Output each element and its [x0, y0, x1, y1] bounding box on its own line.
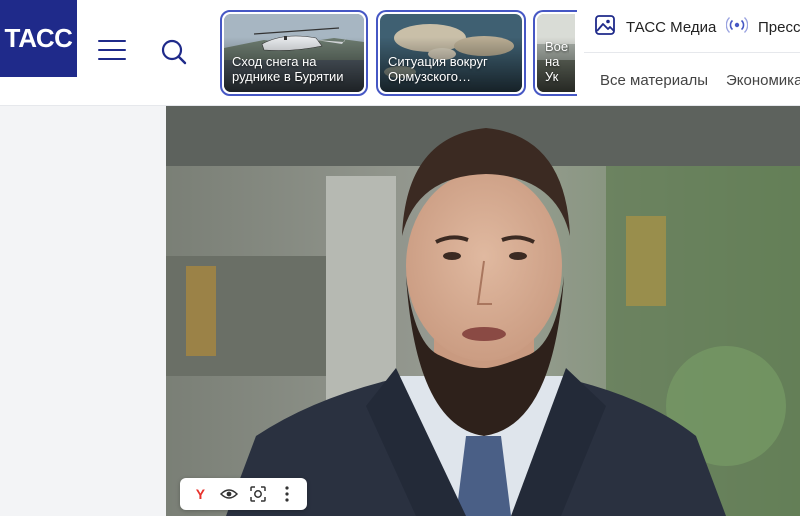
- broadcast-icon: [725, 14, 749, 40]
- photo-toolbar: Y: [180, 478, 307, 510]
- press-label: Пресс: [758, 18, 800, 36]
- story-title: Воен на Ук: [545, 39, 569, 84]
- tass-media-label: ТАСС Медиа: [626, 18, 717, 36]
- story-title: Ситуация вокруг Ормузского…: [388, 54, 488, 84]
- hamburger-icon[interactable]: [98, 40, 126, 62]
- tass-media-link[interactable]: ТАСС Медиа: [594, 14, 716, 40]
- nav-divider: [584, 52, 800, 53]
- lens-icon[interactable]: [245, 481, 271, 507]
- tass-logo[interactable]: ТАСС: [0, 0, 77, 77]
- yandex-icon[interactable]: Y: [187, 481, 213, 507]
- story-image: Ситуация вокруг Ормузского…: [380, 14, 522, 92]
- story-card[interactable]: Воен на Ук: [533, 10, 577, 96]
- nav-item-all[interactable]: Все материалы: [600, 72, 708, 89]
- press-link[interactable]: Пресс: [725, 14, 800, 40]
- search-icon[interactable]: [160, 38, 188, 66]
- nav-item-economy[interactable]: Экономика: [726, 72, 800, 89]
- story-image: Воен на Ук: [537, 14, 575, 92]
- eye-icon[interactable]: [216, 481, 242, 507]
- image-icon: [594, 14, 616, 40]
- more-icon[interactable]: [274, 481, 300, 507]
- story-title: Сход снега на руднике в Бурятии: [232, 54, 344, 84]
- story-image: Сход снега на руднике в Бурятии: [224, 14, 364, 92]
- story-card[interactable]: Ситуация вокруг Ормузского…: [376, 10, 526, 96]
- site-header: ТАСС Сход снега на руднике в Бурятии Сит…: [0, 0, 800, 106]
- story-card[interactable]: Сход снега на руднике в Бурятии: [220, 10, 368, 96]
- article-photo: [166, 106, 800, 516]
